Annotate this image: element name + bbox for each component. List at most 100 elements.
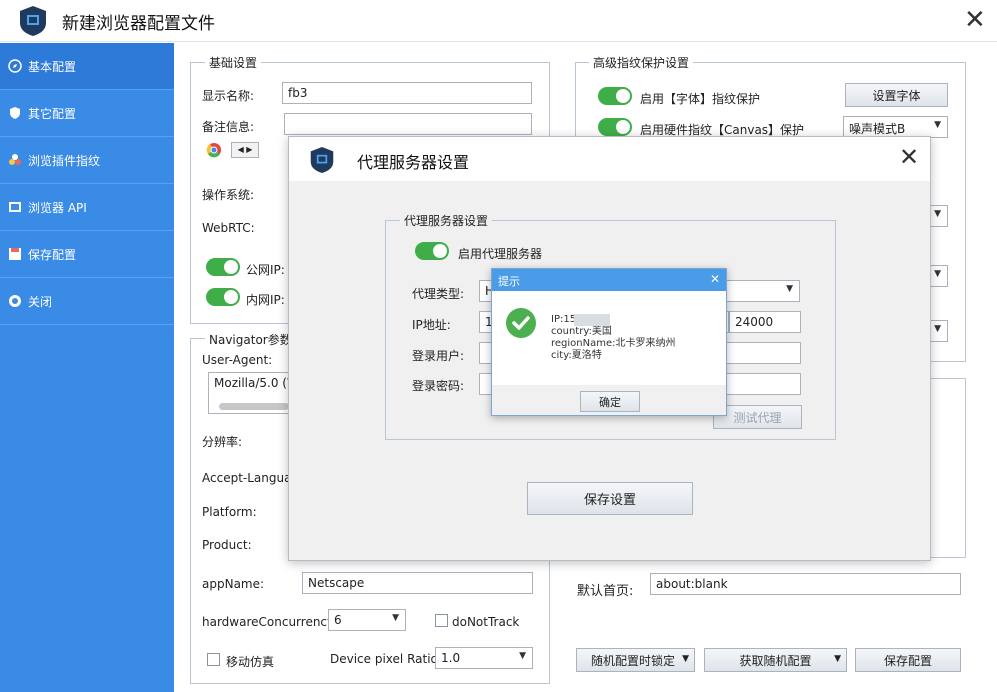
alert-body: IP:15 2.98 country:美国 regionName:北卡罗来纳州 … — [492, 291, 726, 385]
proxy-close-icon[interactable]: ✕ — [899, 145, 919, 169]
proxy-dialog-title: 代理服务器设置 — [357, 153, 470, 172]
appname-label: appName: — [202, 577, 265, 591]
note-label: 备注信息: — [202, 120, 255, 134]
alert-close-icon[interactable]: ✕ — [710, 272, 720, 286]
sidebar-item-save-config[interactable]: 保存配置 — [0, 231, 174, 278]
window-title: 新建浏览器配置文件 — [62, 14, 215, 34]
private-ip-label: 内网IP: — [246, 293, 285, 307]
sidebar-item-browser-api[interactable]: 浏览器 API — [0, 184, 174, 231]
appname-input[interactable]: Netscape — [302, 572, 533, 594]
navigator-title: Navigator参数 — [205, 331, 296, 348]
sidebar-item-label: 浏览插件指纹 — [28, 153, 101, 168]
resolution-label: 分辨率: — [202, 435, 243, 449]
public-ip-label: 公网IP: — [246, 263, 285, 277]
alert-message: IP:15 2.98 country:美国 regionName:北卡罗来纳州 … — [551, 314, 676, 362]
chevron-down-icon: ▼ — [682, 654, 689, 664]
success-check-icon — [506, 308, 536, 338]
sidebar-item-other-config[interactable]: 其它配置 — [0, 90, 174, 137]
sidebar-item-label: 关闭 — [28, 294, 53, 309]
alert-header: 提示 ✕ — [492, 269, 726, 291]
get-random-config-label: 获取随机配置 — [739, 653, 812, 668]
ua-scrollbar[interactable] — [219, 403, 289, 410]
alert-ip-line: IP:15 2.98 — [551, 314, 602, 325]
chevron-down-icon: ▼ — [934, 209, 941, 219]
chevron-down-icon: ▼ — [392, 613, 399, 623]
mobile-emulation-label: 移动仿真 — [226, 655, 275, 669]
alert-ok-button[interactable]: 确定 — [580, 391, 640, 412]
proxy-password-label: 登录密码: — [412, 379, 465, 393]
proxy-user-label: 登录用户: — [412, 349, 465, 363]
save-icon — [9, 248, 21, 260]
sidebar-item-label: 其它配置 — [28, 106, 77, 121]
user-agent-label: User-Agent: — [202, 353, 273, 367]
proxy-logo-icon — [310, 147, 334, 173]
do-not-track-checkbox[interactable] — [435, 614, 448, 627]
mobile-emulation-checkbox[interactable] — [207, 653, 220, 666]
sidebar: 基本配置 其它配置 浏览插件指纹 浏览器 API 保存配置 关闭 — [0, 43, 174, 692]
redacted-ip-blur — [574, 314, 610, 326]
sidebar-item-close[interactable]: 关闭 — [0, 278, 174, 325]
get-random-config-button[interactable]: 获取随机配置 ▼ — [704, 648, 847, 672]
homepage-input[interactable]: about:blank — [650, 573, 961, 595]
alert-region-line: regionName:北卡罗来纳州 — [551, 338, 676, 349]
public-ip-toggle[interactable] — [206, 258, 240, 276]
webrtc-label: WebRTC: — [202, 221, 255, 235]
lock-random-button[interactable]: 随机配置时锁定 ▼ — [576, 648, 695, 672]
alert-city-line: city:夏洛特 — [551, 350, 602, 361]
alert-title: 提示 — [498, 275, 520, 288]
app-logo-icon — [20, 6, 46, 36]
version-spinner[interactable]: ◀ ▶ — [231, 142, 259, 158]
sidebar-item-basic-config[interactable]: 基本配置 — [0, 43, 174, 90]
proxy-ip-label: IP地址: — [412, 318, 451, 332]
set-font-button[interactable]: 设置字体 — [845, 83, 948, 107]
proxy-save-button[interactable]: 保存设置 — [527, 482, 693, 515]
canvas-mode-select[interactable]: 噪声模式B ▼ — [843, 116, 948, 138]
enable-proxy-label: 启用代理服务器 — [458, 247, 543, 261]
alert-dialog: 提示 ✕ IP:15 2.98 country:美国 regionName:北卡… — [491, 268, 727, 416]
homepage-label: 默认首页: — [577, 584, 634, 599]
device-pixel-ratio-value: 1.0 — [441, 651, 461, 665]
power-icon — [9, 295, 21, 307]
hardware-concurrency-label: hardwareConcurrency: — [202, 615, 338, 629]
chevron-down-icon: ▼ — [519, 651, 526, 661]
basic-settings-title: 基础设置 — [205, 54, 262, 71]
chevron-down-icon: ▼ — [834, 654, 841, 664]
font-protection-toggle[interactable] — [598, 87, 632, 105]
hardware-concurrency-value: 6 — [334, 613, 342, 627]
sidebar-item-plugin-fingerprint[interactable]: 浏览插件指纹 — [0, 137, 174, 184]
chrome-icon — [206, 143, 221, 158]
device-pixel-ratio-select[interactable]: 1.0 ▼ — [435, 647, 533, 669]
user-agent-value: Mozilla/5.0 (Win — [214, 376, 297, 390]
proxy-dialog-header: 代理服务器设置 ✕ — [289, 137, 930, 181]
window-close-icon[interactable]: ✕ — [964, 7, 986, 33]
title-bar: 新建浏览器配置文件 ✕ — [0, 0, 997, 42]
advanced-select-1[interactable]: ▼ — [928, 205, 948, 227]
compass-icon — [8, 59, 22, 73]
proxy-settings-group-title: 代理服务器设置 — [400, 212, 493, 229]
private-ip-toggle[interactable] — [206, 288, 240, 306]
chevron-down-icon: ▼ — [786, 284, 793, 294]
save-config-button[interactable]: 保存配置 — [855, 648, 961, 672]
alert-country-line: country:美国 — [551, 326, 612, 337]
proxy-port-input[interactable]: 24000 — [729, 311, 801, 333]
canvas-protection-toggle[interactable] — [598, 118, 632, 136]
platform-label: Platform: — [202, 505, 257, 519]
do-not-track-label: doNotTrack — [452, 615, 520, 629]
user-agent-input[interactable]: Mozilla/5.0 (Win — [208, 372, 298, 414]
note-input[interactable] — [284, 113, 532, 135]
api-icon — [9, 202, 21, 212]
canvas-mode-value: 噪声模式B — [849, 122, 906, 136]
advanced-select-2[interactable]: ▼ — [928, 265, 948, 287]
device-pixel-ratio-label: Device pixel Ratio: — [330, 652, 442, 666]
hardware-concurrency-select[interactable]: 6 ▼ — [328, 609, 406, 631]
proxy-type-label: 代理类型: — [412, 287, 465, 301]
display-name-input[interactable]: fb3 — [282, 82, 532, 104]
sidebar-item-label: 保存配置 — [28, 247, 77, 262]
os-label: 操作系统: — [202, 188, 255, 202]
display-name-label: 显示名称: — [202, 89, 255, 103]
product-label: Product: — [202, 538, 252, 552]
advanced-select-3[interactable]: ▼ — [928, 320, 948, 342]
enable-proxy-toggle[interactable] — [415, 242, 449, 260]
advanced-fingerprint-title: 高级指纹保护设置 — [589, 54, 694, 71]
chevron-down-icon: ▼ — [934, 120, 941, 130]
